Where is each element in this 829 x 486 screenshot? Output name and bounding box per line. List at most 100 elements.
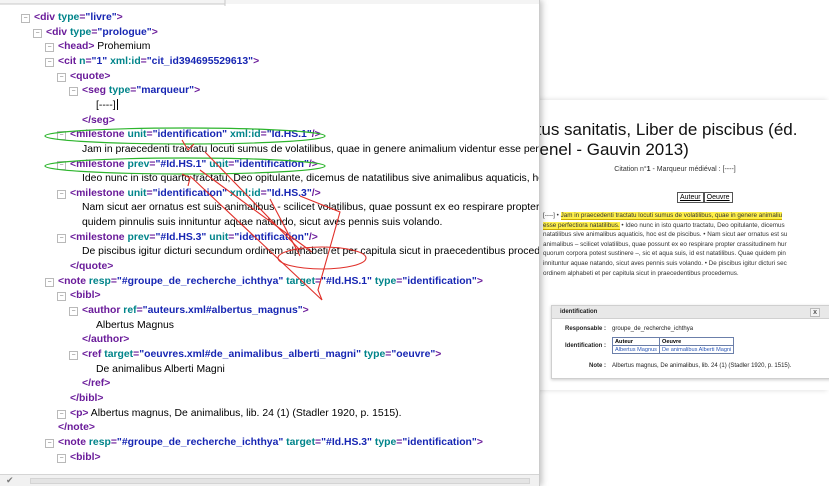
xml-text-token: Albertus magnus, De animalibus, lib. 24 … — [88, 407, 402, 419]
xml-tag-token: > — [116, 12, 123, 23]
xml-value-token: "marqueur" — [136, 85, 195, 97]
close-icon[interactable]: x — [810, 308, 820, 317]
code-line[interactable]: − <note resp="#groupe_de_recherche_ichthy… — [45, 436, 483, 450]
code-line[interactable]: quidem pinnulis suis innituntur aquae na… — [82, 216, 442, 230]
code-line[interactable]: − <head> Prohemium — [45, 40, 150, 54]
xml-value-token: "livre" — [85, 12, 117, 23]
highlighted-passage[interactable]: Jam in praecedenti tractatu locuti sumus… — [560, 212, 783, 220]
xml-tag-token: <milestone — [70, 158, 128, 170]
popup-row-identification: Identification : Auteur Oeuvre Albertus … — [560, 337, 735, 354]
tab-oeuvre[interactable]: Oeuvre — [703, 192, 733, 203]
collapse-toggle-icon[interactable]: − — [45, 57, 54, 67]
identification-popup: identification x Responsable : groupe_de… — [551, 305, 829, 379]
collapse-toggle-icon[interactable]: − — [57, 292, 66, 302]
collapse-toggle-icon[interactable]: − — [57, 160, 66, 170]
code-line[interactable]: </seg> — [82, 114, 115, 128]
auteur-link[interactable]: Albertus Magnus — [612, 345, 660, 354]
code-line[interactable]: − <note resp="#groupe_de_recherche_ichthy… — [45, 275, 483, 289]
code-line[interactable]: Nam sicut aer ornatus est suis animalibu… — [82, 201, 539, 215]
code-line[interactable]: − <div type="prologue"> — [33, 26, 158, 40]
code-line[interactable]: − <cit n="1" xml:id="cit_id394695529613"> — [45, 55, 259, 69]
xml-value-token: "identification" — [152, 187, 230, 199]
code-line[interactable]: − <p> Albertus magnus, De animalibus, lib… — [57, 407, 402, 421]
code-line[interactable]: </note> — [58, 421, 95, 435]
xml-tag-token: > — [302, 305, 309, 316]
xml-attribute-token: prev — [127, 231, 150, 243]
collapse-toggle-icon[interactable]: − — [33, 28, 42, 38]
collapse-toggle-icon[interactable]: − — [57, 453, 66, 463]
code-line[interactable]: − <quote> — [57, 70, 110, 84]
code-line[interactable]: − <milestone prev="#Id.HS.3" unit="identi… — [57, 231, 318, 245]
preview-text-line: natatilibus sive animalibus aquaticis, h… — [543, 231, 788, 239]
scrollbar-track[interactable] — [30, 478, 530, 484]
preview-text-line: innituntur aquae natando, sicut aves pen… — [543, 259, 787, 267]
oeuvre-link[interactable]: De animalibus Alberti Magni — [658, 345, 735, 354]
text-cursor — [116, 98, 119, 110]
xml-value-token: "oeuvres.xml#de_animalibus_alberti_magni… — [139, 348, 364, 360]
collapse-toggle-icon[interactable]: − — [45, 277, 54, 287]
xml-value-token: "prologue" — [97, 26, 152, 38]
code-line[interactable]: </ref> — [82, 377, 110, 391]
xml-value-token: "#groupe_de_recherche_ichthya" — [116, 436, 287, 448]
code-line[interactable]: Ideo nunc in isto quarto tractatu, Deo o… — [82, 172, 539, 186]
collapse-toggle-icon[interactable]: − — [69, 307, 78, 316]
xml-value-token: "identification" — [402, 275, 477, 287]
code-line[interactable]: </quote> — [70, 260, 113, 274]
code-line[interactable]: Albertus Magnus — [96, 319, 174, 333]
xml-attribute-token: target — [104, 348, 134, 360]
popup-row-responsable: Responsable : groupe_de_recherche_ichthy… — [560, 326, 693, 332]
code-line[interactable]: − <milestone prev="#Id.HS.1" unit="identi… — [57, 158, 318, 172]
xml-attribute-token: target — [286, 275, 316, 287]
collapse-toggle-icon[interactable]: − — [21, 14, 30, 23]
code-line[interactable]: </author> — [82, 333, 129, 347]
citation-header: Citation n°1 - Marqueur médiéval : [----… — [521, 166, 829, 173]
code-line[interactable]: − <ref target="oeuvres.xml#de_animalibus_… — [69, 348, 441, 362]
xml-tag-token: <ref — [82, 348, 105, 360]
code-line[interactable]: − <milestone unit="identification" xml:id… — [57, 128, 321, 142]
xml-text-token: [----] — [96, 99, 116, 111]
xml-tag-token: <seg — [82, 85, 109, 97]
collapse-toggle-icon[interactable]: − — [69, 87, 78, 97]
xml-tag-token: <div — [46, 26, 70, 38]
xml-text-token: Jam in praecedenti tractatu locuti sumus… — [82, 143, 539, 155]
code-line[interactable]: − <bibl> — [57, 289, 101, 303]
collapse-toggle-icon[interactable]: − — [57, 409, 66, 419]
highlighted-passage-end[interactable]: esse perfectiora natatilibus. — [543, 221, 620, 230]
code-line[interactable]: [----] — [96, 98, 119, 113]
code-line[interactable]: − <author ref="auteurs.xml#albertus_magnu… — [69, 304, 309, 318]
collapse-toggle-icon[interactable]: − — [57, 233, 66, 243]
xml-attribute-token: target — [286, 436, 316, 448]
collapse-toggle-icon[interactable]: − — [45, 438, 54, 448]
horizontal-scrollbar[interactable]: ✔ — [0, 474, 539, 486]
xml-attribute-token: unit — [209, 231, 229, 243]
xml-attribute-token: type — [374, 275, 397, 287]
rendered-preview-panel: rtus sanitatis, Liber de piscibus (éd. v… — [520, 100, 829, 390]
xml-tag-token: <note — [58, 436, 89, 448]
code-line[interactable]: − <div type="livre"> — [21, 11, 123, 25]
collapse-toggle-icon[interactable]: − — [57, 131, 66, 141]
code-line[interactable]: </bibl> — [70, 392, 104, 406]
xml-attribute-token: resp — [88, 275, 111, 287]
xml-editor-window: − <div type="livre"> − <div type="prologue"… — [0, 0, 540, 486]
collapse-toggle-icon[interactable]: − — [69, 350, 78, 360]
code-line[interactable]: − <seg type="marqueur"> — [69, 84, 200, 98]
code-line[interactable]: De animalibus Alberti Magni — [96, 363, 225, 377]
collapse-toggle-icon[interactable]: − — [57, 189, 66, 199]
xml-tag-token: </ref> — [82, 378, 111, 390]
tab-auteur[interactable]: Auteur — [677, 192, 704, 203]
code-line[interactable]: De piscibus igitur dicturi secundum ordi… — [82, 245, 539, 259]
xml-attribute-token: unit — [209, 158, 229, 170]
collapse-toggle-icon[interactable]: − — [57, 72, 66, 82]
xml-tag-token: </note> — [58, 422, 95, 434]
xml-attribute-token: type — [69, 26, 92, 38]
xml-tag-token: <div — [34, 12, 58, 23]
code-line[interactable]: Jam in praecedenti tractatu locuti sumus… — [82, 143, 539, 157]
collapse-toggle-icon[interactable]: − — [45, 43, 54, 53]
responsable-label: Responsable : — [564, 326, 606, 332]
xml-tag-token: </bibl> — [70, 392, 104, 404]
code-line[interactable]: − <milestone unit="identification" xml:id… — [57, 187, 321, 201]
xml-attribute-token: type — [374, 436, 397, 448]
xml-value-token: "oeuvre" — [391, 348, 436, 360]
xml-attribute-token: type — [108, 85, 131, 97]
code-line[interactable]: − <bibl> — [57, 451, 101, 465]
